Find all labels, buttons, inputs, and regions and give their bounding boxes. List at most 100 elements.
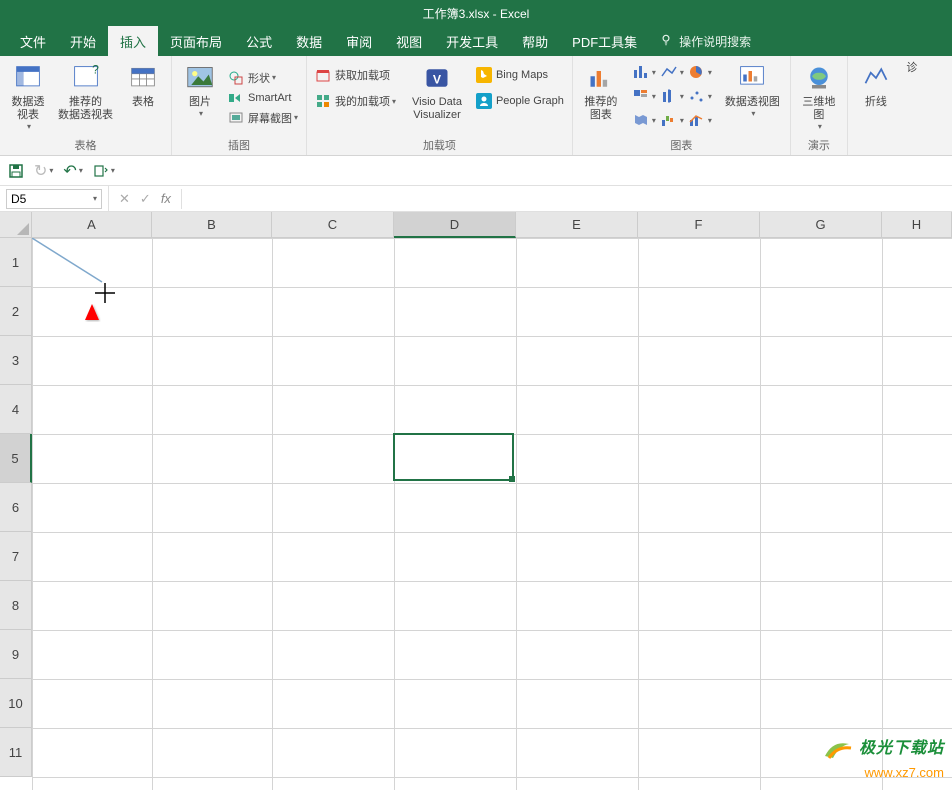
tab-PDF工具集[interactable]: PDF工具集 bbox=[560, 26, 649, 56]
smartart-icon bbox=[228, 90, 244, 106]
dropdown-icon: ▾ bbox=[199, 109, 203, 118]
row-header-6[interactable]: 6 bbox=[0, 483, 32, 532]
shapes-icon bbox=[228, 70, 244, 86]
map-chart-icon[interactable]: ▾ bbox=[631, 110, 657, 130]
column-headers: ABCDEFGH bbox=[32, 212, 952, 238]
statistic-chart-icon[interactable]: ▾ bbox=[659, 86, 685, 106]
people-graph-button[interactable]: People Graph bbox=[474, 92, 566, 110]
watermark-url: www.xz7.com bbox=[865, 765, 944, 780]
cells-area[interactable] bbox=[32, 238, 952, 790]
tell-me-search[interactable]: 操作说明搜索 bbox=[659, 33, 751, 50]
bing-maps-button[interactable]: Bing Maps bbox=[474, 66, 566, 84]
svg-text:?: ? bbox=[92, 64, 99, 77]
tab-页面布局[interactable]: 页面布局 bbox=[158, 26, 234, 56]
undo-button[interactable]: ↶▾ bbox=[63, 161, 82, 181]
pictures-button[interactable]: 图片 ▾ bbox=[178, 60, 222, 135]
column-header-E[interactable]: E bbox=[516, 212, 638, 238]
column-header-C[interactable]: C bbox=[272, 212, 394, 238]
tab-视图[interactable]: 视图 bbox=[384, 26, 434, 56]
visio-icon: V bbox=[421, 62, 453, 94]
row-header-4[interactable]: 4 bbox=[0, 385, 32, 434]
ribbon-group-addins: 获取加载项 我的加载项▾ V Visio Data Visualizer Bin… bbox=[307, 56, 573, 155]
recommended-charts-icon bbox=[585, 62, 617, 94]
name-box[interactable]: D5 ▾ bbox=[6, 189, 102, 209]
smartart-button[interactable]: SmartArt bbox=[226, 89, 300, 107]
tab-帮助[interactable]: 帮助 bbox=[510, 26, 560, 56]
tab-审阅[interactable]: 审阅 bbox=[334, 26, 384, 56]
pie-chart-icon[interactable]: ▾ bbox=[687, 62, 713, 82]
redo-button[interactable]: ↻▾ bbox=[34, 161, 53, 181]
hierarchy-chart-icon[interactable]: ▾ bbox=[631, 86, 657, 106]
sparkline-icon bbox=[860, 62, 892, 94]
pivot-chart-button[interactable]: 数据透视图 ▾ bbox=[721, 60, 784, 135]
dropdown-icon: ▾ bbox=[751, 109, 755, 118]
more-button[interactable]: 诊 bbox=[902, 60, 922, 139]
app-name: Excel bbox=[500, 7, 529, 21]
pivot-table-icon bbox=[12, 62, 44, 94]
waterfall-chart-icon[interactable]: ▾ bbox=[659, 110, 685, 130]
pivot-table-button[interactable]: 数据透 视表 ▾ bbox=[6, 60, 50, 135]
line-chart-icon[interactable]: ▾ bbox=[659, 62, 685, 82]
ribbon-tabs: 文件开始插入页面布局公式数据审阅视图开发工具帮助PDF工具集 操作说明搜索 bbox=[0, 26, 952, 56]
dropdown-icon: ▾ bbox=[27, 122, 31, 131]
screenshot-button[interactable]: 屏幕截图▾ bbox=[226, 109, 300, 127]
formula-bar[interactable] bbox=[181, 189, 952, 209]
column-chart-icon[interactable]: ▾ bbox=[631, 62, 657, 82]
row-header-11[interactable]: 11 bbox=[0, 728, 32, 777]
column-header-G[interactable]: G bbox=[760, 212, 882, 238]
save-button[interactable] bbox=[8, 163, 24, 179]
enter-icon[interactable]: ✓ bbox=[140, 191, 151, 207]
window-title: 工作簿3.xlsx - Excel bbox=[0, 5, 952, 22]
get-addins-button[interactable]: 获取加载项 bbox=[313, 66, 398, 84]
ribbon-group-illustrations: 图片 ▾ 形状▾ SmartArt 屏幕截图▾ 插图 bbox=[172, 56, 307, 155]
table-button[interactable]: 表格 bbox=[121, 60, 165, 135]
row-header-8[interactable]: 8 bbox=[0, 581, 32, 630]
picture-icon bbox=[184, 62, 216, 94]
tab-开发工具[interactable]: 开发工具 bbox=[434, 26, 510, 56]
column-header-F[interactable]: F bbox=[638, 212, 760, 238]
spreadsheet-grid[interactable]: ABCDEFGH 1234567891011 bbox=[0, 212, 952, 790]
recommended-charts-button[interactable]: 推荐的 图表 bbox=[579, 60, 623, 135]
tab-开始[interactable]: 开始 bbox=[58, 26, 108, 56]
screenshot-icon bbox=[228, 110, 244, 126]
column-header-H[interactable]: H bbox=[882, 212, 952, 238]
row-header-10[interactable]: 10 bbox=[0, 679, 32, 728]
select-all-corner[interactable] bbox=[0, 212, 32, 238]
row-header-9[interactable]: 9 bbox=[0, 630, 32, 679]
my-addins-button[interactable]: 我的加载项▾ bbox=[313, 92, 398, 110]
ribbon-group-tables: 数据透 视表 ▾ ? 推荐的 数据透视表 表格 表格 bbox=[0, 56, 172, 155]
group-label-addins: 加载项 bbox=[313, 135, 566, 153]
tab-文件[interactable]: 文件 bbox=[8, 26, 58, 56]
scatter-chart-icon[interactable]: ▾ bbox=[687, 86, 713, 106]
visio-button[interactable]: V Visio Data Visualizer bbox=[408, 60, 466, 135]
tab-数据[interactable]: 数据 bbox=[284, 26, 334, 56]
recommended-pivot-icon: ? bbox=[70, 62, 102, 94]
title-bar: 工作簿3.xlsx - Excel bbox=[0, 0, 952, 26]
3d-map-button[interactable]: 三维地 图 ▾ bbox=[797, 60, 841, 135]
combo-chart-icon[interactable]: ▾ bbox=[687, 110, 713, 130]
sparkline-line-button[interactable]: 折线 bbox=[854, 60, 898, 139]
fx-icon[interactable]: fx bbox=[161, 191, 171, 206]
watermark-icon bbox=[819, 734, 855, 764]
tab-插入[interactable]: 插入 bbox=[108, 26, 158, 56]
row-header-3[interactable]: 3 bbox=[0, 336, 32, 385]
svg-text:V: V bbox=[433, 72, 442, 86]
pivot-chart-icon bbox=[736, 62, 768, 94]
column-header-B[interactable]: B bbox=[152, 212, 272, 238]
tab-公式[interactable]: 公式 bbox=[234, 26, 284, 56]
row-header-7[interactable]: 7 bbox=[0, 532, 32, 581]
row-header-5[interactable]: 5 bbox=[0, 434, 32, 483]
recommended-pivot-button[interactable]: ? 推荐的 数据透视表 bbox=[54, 60, 117, 135]
row-header-2[interactable]: 2 bbox=[0, 287, 32, 336]
column-header-A[interactable]: A bbox=[32, 212, 152, 238]
touch-mode-button[interactable]: ▾ bbox=[93, 163, 115, 179]
shapes-button[interactable]: 形状▾ bbox=[226, 69, 300, 87]
addins-icon bbox=[315, 93, 331, 109]
active-cell[interactable] bbox=[393, 433, 514, 481]
bing-icon bbox=[476, 67, 492, 83]
people-icon bbox=[476, 93, 492, 109]
group-label-illustrations: 插图 bbox=[178, 135, 300, 153]
row-header-1[interactable]: 1 bbox=[0, 238, 32, 287]
column-header-D[interactable]: D bbox=[394, 212, 516, 238]
cancel-icon[interactable]: ✕ bbox=[119, 191, 130, 207]
